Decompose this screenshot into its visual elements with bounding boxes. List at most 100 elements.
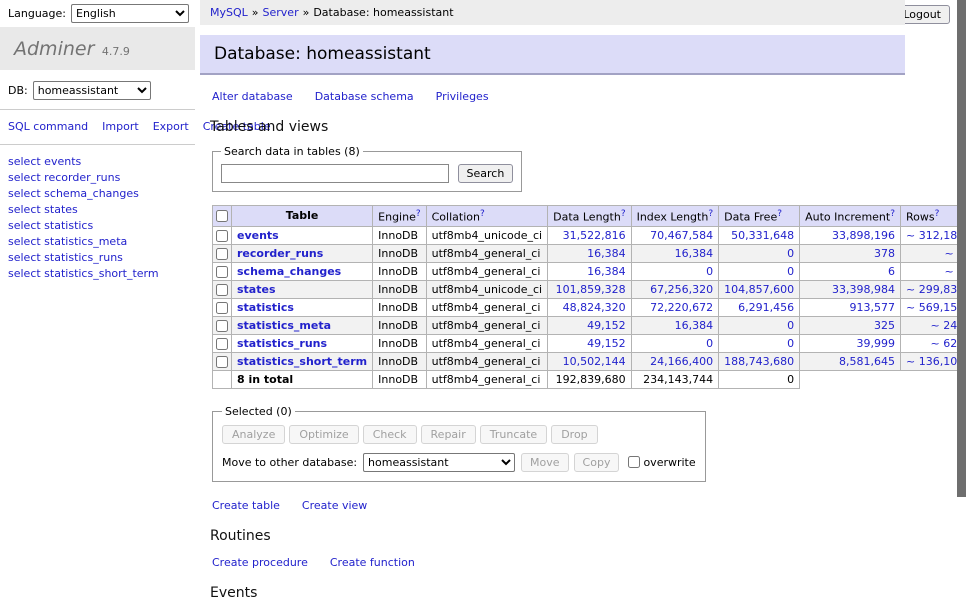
cell-data_length: 10,502,144 [548,352,631,370]
sidebar-select-statistics_meta[interactable]: select statistics_meta [8,234,187,250]
auto_increment-link[interactable]: 39,999 [857,337,896,350]
data_free-link[interactable]: 0 [787,247,794,260]
rows-link[interactable]: ~ 136,108 [906,355,964,368]
copy-button[interactable]: Copy [574,453,620,472]
data_length-link[interactable]: 10,502,144 [563,355,626,368]
sidebar-select-statistics_short_term[interactable]: select statistics_short_term [8,266,187,282]
drop-button[interactable]: Drop [551,425,597,444]
table-name-link[interactable]: schema_changes [237,265,341,278]
index_length-link[interactable]: 0 [706,337,713,350]
action-database-schema[interactable]: Database schema [315,90,414,103]
rows-link[interactable]: ~ 299,833 [906,283,964,296]
vertical-scrollbar[interactable] [957,0,966,543]
data_length-link[interactable]: 16,384 [587,247,626,260]
db-select[interactable]: homeassistant [33,81,151,100]
help-icon[interactable]: ? [777,209,782,219]
index_length-link[interactable]: 16,384 [675,247,714,260]
sidebar-select-recorder_runs[interactable]: select recorder_runs [8,170,187,186]
auto_increment-link[interactable]: 33,398,984 [832,283,895,296]
table-name-link[interactable]: statistics_runs [237,337,327,350]
auto_increment-link[interactable]: 8,581,645 [839,355,895,368]
sidebar-select-statistics_runs[interactable]: select statistics_runs [8,250,187,266]
table-name-link[interactable]: statistics_meta [237,319,331,332]
sidebar-select-schema_changes[interactable]: select schema_changes [8,186,187,202]
scrollbar-thumb[interactable] [957,0,966,497]
check-button[interactable]: Check [363,425,417,444]
index_length-link[interactable]: 16,384 [675,319,714,332]
rows-link[interactable]: ~ 569,159 [906,301,964,314]
data_length-link[interactable]: 49,152 [587,337,626,350]
cell-table-name: schema_changes [232,262,373,280]
overwrite-checkbox[interactable] [628,456,640,468]
data_length-link[interactable]: 31,522,816 [563,229,626,242]
row-checkbox[interactable] [216,338,228,350]
move-db-select[interactable]: homeassistant [363,453,515,472]
data_length-link[interactable]: 101,859,328 [556,283,626,296]
help-icon[interactable]: ? [480,209,485,219]
index_length-link[interactable]: 24,166,400 [650,355,713,368]
row-checkbox[interactable] [216,284,228,296]
action-privileges[interactable]: Privileges [436,90,489,103]
select-all-checkbox[interactable] [216,210,228,222]
table-name-link[interactable]: statistics_short_term [237,355,367,368]
create-procedure-link[interactable]: Create procedure [212,556,308,569]
create-function-link[interactable]: Create function [330,556,415,569]
data_free-link[interactable]: 6,291,456 [738,301,794,314]
auto_increment-link[interactable]: 325 [874,319,895,332]
create-table-link[interactable]: Create table [212,499,280,512]
help-icon[interactable]: ? [935,209,940,219]
data_free-link[interactable]: 104,857,600 [724,283,794,296]
table-name-link[interactable]: states [237,283,276,296]
breadcrumb-item[interactable]: Server [263,6,299,19]
truncate-button[interactable]: Truncate [480,425,547,444]
data_free-link[interactable]: 0 [787,337,794,350]
repair-button[interactable]: Repair [421,425,476,444]
index_length-link[interactable]: 72,220,672 [650,301,713,314]
auto_increment-link[interactable]: 913,577 [850,301,896,314]
cell-engine: InnoDB [373,316,426,334]
search-button[interactable]: Search [458,164,514,183]
sidebar-command-import[interactable]: Import [102,120,139,133]
analyze-button[interactable]: Analyze [222,425,285,444]
create-view-link[interactable]: Create view [302,499,367,512]
row-checkbox[interactable] [216,356,228,368]
data_free-link[interactable]: 50,331,648 [731,229,794,242]
auto_increment-link[interactable]: 33,898,196 [832,229,895,242]
table-name-link[interactable]: events [237,229,279,242]
rows-link[interactable]: ~ 312,180 [906,229,964,242]
table-name-link[interactable]: statistics [237,301,294,314]
action-alter-database[interactable]: Alter database [212,90,293,103]
language-select[interactable]: English [71,4,189,23]
help-icon[interactable]: ? [416,209,421,219]
optimize-button[interactable]: Optimize [289,425,358,444]
sidebar-select-states[interactable]: select states [8,202,187,218]
table-name-link[interactable]: recorder_runs [237,247,323,260]
sidebar-command-export[interactable]: Export [153,120,189,133]
adminer-logo-name[interactable]: Adminer [14,38,94,60]
move-button[interactable]: Move [521,453,569,472]
sidebar-select-statistics[interactable]: select statistics [8,218,187,234]
data_free-link[interactable]: 188,743,680 [724,355,794,368]
auto_increment-link[interactable]: 378 [874,247,895,260]
index_length-link[interactable]: 70,467,584 [650,229,713,242]
sidebar-select-events[interactable]: select events [8,154,187,170]
row-checkbox[interactable] [216,230,228,242]
row-checkbox[interactable] [216,266,228,278]
row-checkbox[interactable] [216,302,228,314]
data_free-link[interactable]: 0 [787,265,794,278]
data_length-link[interactable]: 48,824,320 [563,301,626,314]
data_length-link[interactable]: 16,384 [587,265,626,278]
breadcrumb-item[interactable]: MySQL [210,6,248,19]
row-checkbox[interactable] [216,248,228,260]
auto_increment-link[interactable]: 6 [888,265,895,278]
search-input[interactable] [221,164,449,183]
data_free-link[interactable]: 0 [787,319,794,332]
sidebar-command-sql-command[interactable]: SQL command [8,120,88,133]
help-icon[interactable]: ? [890,209,895,219]
index_length-link[interactable]: 67,256,320 [650,283,713,296]
data_length-link[interactable]: 49,152 [587,319,626,332]
index_length-link[interactable]: 0 [706,265,713,278]
row-checkbox[interactable] [216,320,228,332]
help-icon[interactable]: ? [708,209,713,219]
help-icon[interactable]: ? [621,209,626,219]
